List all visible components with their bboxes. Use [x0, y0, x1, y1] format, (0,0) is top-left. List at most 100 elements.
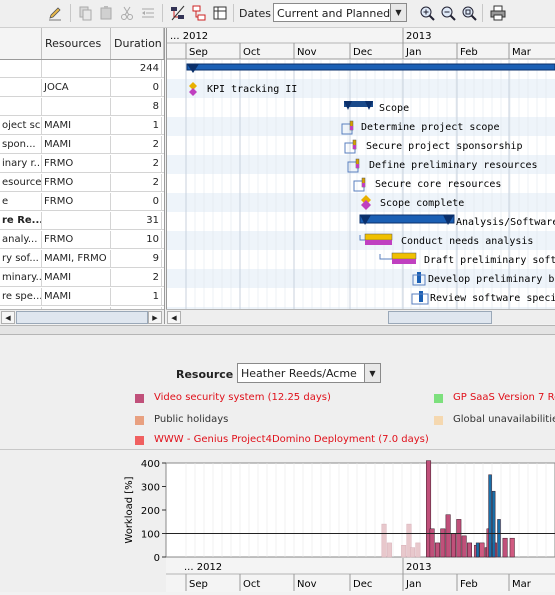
outdent-icon[interactable]	[139, 4, 157, 22]
cell-resources[interactable]	[42, 98, 111, 116]
cell-resources[interactable]: MAMI	[42, 288, 111, 306]
zoom-fit-icon[interactable]	[460, 4, 478, 22]
paste-icon[interactable]	[97, 4, 115, 22]
cell-name[interactable]: e	[0, 193, 42, 211]
pencil-icon[interactable]	[46, 4, 64, 22]
cell-resources[interactable]	[42, 60, 111, 78]
project-summary-bar	[186, 63, 555, 71]
cell-resources[interactable]: MAMI	[42, 117, 111, 135]
month-label: Oct	[243, 47, 260, 58]
gantt-task-label: Analysis/Software R	[456, 217, 555, 228]
cell-duration[interactable]: 2	[111, 174, 162, 192]
table-row[interactable]: minary... MAMI 2	[0, 269, 164, 287]
table-row[interactable]: e FRMO 0	[0, 193, 164, 211]
cell-resources[interactable]: FRMO	[42, 231, 111, 249]
resource-select[interactable]: Heather Reeds/Acme ▼	[237, 363, 381, 383]
zoom-out-icon[interactable]	[439, 4, 457, 22]
unlink-tasks-icon[interactable]	[190, 4, 208, 22]
y-tick-label: 0	[154, 553, 160, 564]
gantt-chart: ... 2012 2013 Sep Oct Nov Dec Jan Feb Mar KPI tra…	[166, 28, 555, 309]
cell-duration[interactable]: 2	[111, 269, 162, 287]
cell-duration[interactable]: 1	[111, 288, 162, 306]
workload-bar	[475, 542, 480, 558]
copy-icon[interactable]	[76, 4, 94, 22]
workload-bar	[445, 514, 451, 558]
cell-duration[interactable]: 244	[111, 60, 162, 78]
cell-duration[interactable]: 10	[111, 231, 162, 249]
table-row[interactable]: re Re... 31	[0, 212, 164, 230]
cell-resources[interactable]: MAMI	[42, 269, 111, 287]
chevron-down-icon[interactable]: ▼	[364, 364, 380, 382]
cell-name[interactable]: re spe...	[0, 288, 42, 306]
cell-name[interactable]: minary...	[0, 269, 42, 287]
gantt-task-label: Develop preliminary bud	[428, 274, 555, 285]
table-row[interactable]: esourcesFRMO2	[0, 174, 164, 192]
table-row[interactable]: JOCA 0	[0, 79, 164, 97]
workload-bar	[497, 519, 501, 558]
legend-label: Video security system (12.25 days)	[154, 392, 331, 403]
task-bar	[364, 233, 393, 241]
cell-resources[interactable]	[42, 212, 111, 230]
cell-duration[interactable]: 2	[111, 155, 162, 173]
column-header-name[interactable]	[0, 28, 42, 59]
cell-resources[interactable]: FRMO	[42, 155, 111, 173]
table-row[interactable]: 244	[0, 60, 164, 78]
dates-select[interactable]: Current and Planned ▼	[273, 3, 407, 22]
cell-duration[interactable]: 2	[111, 136, 162, 154]
scroll-right-icon[interactable]: ▶	[148, 311, 162, 324]
table-row[interactable]: re spe... MAMI 1	[0, 288, 164, 306]
cell-name[interactable]: analy...	[0, 231, 42, 249]
cell-name[interactable]: inary r...	[0, 155, 42, 173]
table-row[interactable]: analy... FRMO 10	[0, 231, 164, 249]
workload-bar	[491, 490, 496, 558]
cell-resources[interactable]: MAMI, FRMO	[42, 250, 111, 268]
cell-name[interactable]	[0, 98, 42, 116]
cell-name[interactable]: esources	[0, 174, 42, 192]
cut-icon[interactable]	[118, 4, 136, 22]
columns-icon[interactable]	[211, 4, 229, 22]
cell-duration[interactable]: 9	[111, 250, 162, 268]
cell-duration[interactable]: 8	[111, 98, 162, 116]
cell-duration[interactable]: 1	[111, 117, 162, 135]
cell-resources[interactable]: FRMO	[42, 193, 111, 211]
workload-bar	[410, 547, 416, 558]
cell-name[interactable]: re Re...	[0, 212, 42, 230]
gantt-task-label: Determine project scope	[361, 122, 499, 133]
table-row[interactable]: oject sc...MAMI1	[0, 117, 164, 135]
column-header-resources[interactable]: Resources	[42, 28, 111, 59]
scroll-left-icon[interactable]: ◀	[167, 311, 181, 324]
cell-duration[interactable]: 0	[111, 79, 162, 97]
link-tasks-icon[interactable]	[169, 4, 187, 22]
legend-swatch	[434, 394, 443, 403]
table-row[interactable]: 8	[0, 98, 164, 116]
table-row[interactable]: inary r... FRMO 2	[0, 155, 164, 173]
scroll-left-icon[interactable]: ◀	[1, 311, 15, 324]
scrollbar-thumb[interactable]	[388, 311, 492, 324]
grid-horizontal-scrollbar[interactable]: ◀ ▶	[0, 309, 164, 324]
pane-splitter[interactable]	[0, 325, 555, 335]
cell-resources[interactable]: MAMI	[42, 136, 111, 154]
cell-duration[interactable]: 0	[111, 193, 162, 211]
print-icon[interactable]	[489, 4, 507, 22]
grid-header: Resources Duration	[0, 28, 164, 60]
gantt-task-label: Draft preliminary software	[424, 255, 555, 266]
cell-name[interactable]	[0, 60, 42, 78]
chevron-down-icon[interactable]: ▼	[390, 4, 406, 21]
cell-resources[interactable]: FRMO	[42, 174, 111, 192]
gantt-horizontal-scrollbar[interactable]: ◀	[166, 309, 555, 324]
cell-resources[interactable]: JOCA	[42, 79, 111, 97]
task-bar-planned	[356, 164, 359, 168]
zoom-in-icon[interactable]	[418, 4, 436, 22]
cell-name[interactable]: ry sof...	[0, 250, 42, 268]
task-bar	[417, 272, 421, 283]
scrollbar-thumb[interactable]	[16, 311, 148, 324]
cell-duration[interactable]: 31	[111, 212, 162, 230]
column-header-duration[interactable]: Duration	[111, 28, 164, 59]
cell-name[interactable]: oject sc...	[0, 117, 42, 135]
workload-bar	[434, 542, 440, 558]
table-row[interactable]: spon... MAMI 2	[0, 136, 164, 154]
task-bar	[419, 291, 423, 302]
table-row[interactable]: ry sof... MAMI, FRMO 9	[0, 250, 164, 268]
cell-name[interactable]: spon...	[0, 136, 42, 154]
cell-name[interactable]	[0, 79, 42, 97]
